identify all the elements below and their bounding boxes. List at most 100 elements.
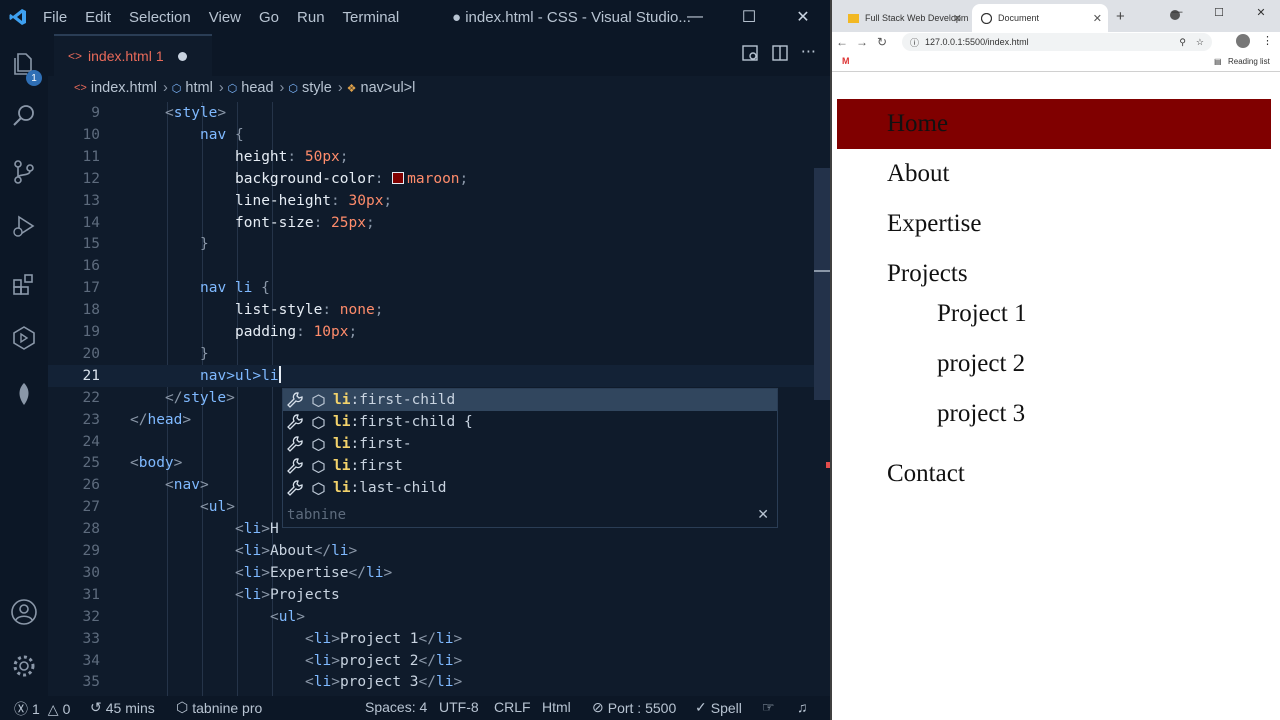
close-tab-icon[interactable]: ✕ (1093, 12, 1102, 25)
tabnine-status[interactable]: ⬡ tabnine pro (176, 699, 262, 716)
suggestion-item[interactable]: li:first-child (283, 389, 777, 411)
code-line[interactable]: 14 font-size: 25px; (48, 212, 814, 234)
code-line[interactable]: 35 <li>project 3</li> (48, 671, 814, 693)
close-suggestions-icon[interactable]: ✕ (757, 507, 769, 523)
live-server-status[interactable]: ⊘ Port : 5500 (592, 699, 676, 716)
breadcrumb-selector[interactable]: nav>ul>l (361, 80, 416, 96)
suggestion-item[interactable]: li:first-child { (283, 411, 777, 433)
leaf-icon[interactable] (0, 370, 48, 418)
breadcrumb-html[interactable]: html (185, 80, 212, 96)
suggestion-item[interactable]: li:first (283, 455, 777, 477)
menu-selection[interactable]: Selection (120, 9, 200, 26)
code-line[interactable]: 33 <li>Project 1</li> (48, 628, 814, 650)
suggestion-item[interactable]: li:first- (283, 433, 777, 455)
back-arrow-icon[interactable]: ← (832, 35, 852, 49)
search-icon[interactable] (0, 92, 48, 140)
sub-item-project-2[interactable]: project 2 (937, 350, 1025, 378)
code-line[interactable]: 20} (48, 343, 814, 365)
color-swatch-maroon[interactable] (392, 171, 405, 184)
code-line[interactable]: 12 background-color: maroon; (48, 168, 814, 190)
code-line[interactable]: 18 list-style: none; (48, 299, 814, 321)
nav-item-contact[interactable]: Contact (887, 460, 965, 488)
nav-item-projects[interactable]: Projects (887, 260, 968, 288)
code-line[interactable]: 17 nav li { (48, 277, 814, 299)
browser-menu-icon[interactable]: ⋮ (1262, 34, 1273, 47)
source-control-icon[interactable] (0, 148, 48, 196)
bookmark-star-icon[interactable]: ☆ (1196, 37, 1204, 48)
breadcrumb-head[interactable]: head (241, 80, 273, 96)
address-bar[interactable]: ⓘ 127.0.0.1:5500/index.html ⚲ ☆ (902, 33, 1212, 51)
reload-icon[interactable]: ↻ (872, 35, 892, 49)
time-status[interactable]: ↺ 45 mins (90, 699, 155, 716)
account-icon[interactable] (0, 588, 48, 636)
menu-file[interactable]: File (34, 9, 76, 26)
menu-edit[interactable]: Edit (76, 9, 120, 26)
new-tab-plus-icon[interactable]: + (1116, 8, 1125, 25)
editor-scrollbar[interactable] (814, 168, 830, 400)
breadcrumb-style[interactable]: style (302, 80, 332, 96)
split-editor-icon[interactable] (771, 44, 789, 66)
spell-status[interactable]: ✓ Spell (695, 699, 742, 716)
suggestion-item[interactable]: li:last-child (283, 477, 777, 499)
close-icon[interactable]: ✕ (776, 0, 830, 34)
indentation-status[interactable]: Spaces: 4 (365, 699, 427, 715)
menu-view[interactable]: View (200, 9, 250, 26)
feedback-icon[interactable]: ☞ (762, 699, 775, 716)
explorer-icon[interactable]: 1 (0, 40, 48, 88)
line-number: 9 (91, 105, 100, 121)
code-line[interactable]: 29 <li>About</li> (48, 540, 814, 562)
reading-list-icon[interactable]: ▤ (1214, 57, 1222, 66)
problems-status[interactable]: Ⓧ 1 △ 0 (14, 699, 70, 719)
forward-arrow-icon[interactable]: → (852, 35, 872, 49)
eol-status[interactable]: CRLF (494, 699, 531, 715)
code-line[interactable]: 32 <ul> (48, 606, 814, 628)
unsaved-dot-icon[interactable] (177, 51, 187, 61)
code-line[interactable]: 34 <li>project 2</li> (48, 650, 814, 672)
open-preview-icon[interactable] (741, 44, 759, 66)
browser-tab-fullstack[interactable]: Full Stack Web Developme ✕ (840, 4, 968, 32)
zoom-icon[interactable]: ⚲ (1179, 37, 1186, 48)
code-line[interactable]: 15} (48, 233, 814, 255)
nav-item-expertise[interactable]: Expertise (887, 210, 981, 238)
reading-list-label[interactable]: Reading list (1228, 57, 1270, 66)
more-actions-icon[interactable]: ··· (801, 44, 816, 66)
run-debug-icon[interactable] (0, 202, 48, 250)
menu-terminal[interactable]: Terminal (334, 9, 409, 26)
menu-go[interactable]: Go (250, 9, 288, 26)
minimize-icon[interactable]: — (668, 0, 722, 34)
wrench-icon (283, 392, 307, 408)
tab-index-html[interactable]: <> index.html 1 (54, 34, 212, 76)
extensions-icon[interactable] (0, 260, 48, 308)
code-line[interactable]: 31 <li>Projects (48, 584, 814, 606)
profile-avatar[interactable] (1236, 34, 1250, 48)
close-icon[interactable]: ✕ (1240, 0, 1280, 24)
minimize-icon[interactable]: — (1156, 0, 1198, 24)
settings-gear-icon[interactable] (0, 642, 48, 690)
code-line[interactable]: 9 <style> (48, 102, 814, 124)
menu-run[interactable]: Run (288, 9, 334, 26)
browser-tab-document[interactable]: Document ✕ (972, 4, 1108, 32)
code-text: </head> (130, 411, 192, 428)
code-line[interactable]: 16 (48, 255, 814, 277)
language-status[interactable]: Html (542, 699, 571, 715)
sub-item-project-3[interactable]: project 3 (937, 400, 1025, 428)
remote-explorer-icon[interactable] (0, 314, 48, 362)
close-tab-icon[interactable]: ✕ (953, 12, 962, 25)
info-icon: ⓘ (910, 37, 920, 48)
nav-item-home[interactable]: Home (887, 110, 948, 138)
maximize-icon[interactable]: ☐ (1198, 0, 1240, 24)
code-text: font-size: 25px; (235, 214, 375, 231)
code-line[interactable]: 10 nav { (48, 124, 814, 146)
code-line[interactable]: 21 nav>ul>li (48, 364, 814, 387)
code-line[interactable]: 11 height: 50px; (48, 146, 814, 168)
code-line[interactable]: 13 line-height: 30px; (48, 190, 814, 212)
notifications-bell-icon[interactable]: ♫ (797, 699, 808, 715)
maximize-icon[interactable]: ☐ (722, 0, 776, 34)
breadcrumb-file[interactable]: index.html (91, 80, 157, 96)
code-line[interactable]: 19 padding: 10px; (48, 321, 814, 343)
sub-item-project-1[interactable]: Project 1 (937, 300, 1027, 328)
nav-item-about[interactable]: About (887, 160, 950, 188)
gmail-bookmark-icon[interactable]: M (842, 56, 850, 66)
encoding-status[interactable]: UTF-8 (439, 699, 479, 715)
code-line[interactable]: 30 <li>Expertise</li> (48, 562, 814, 584)
